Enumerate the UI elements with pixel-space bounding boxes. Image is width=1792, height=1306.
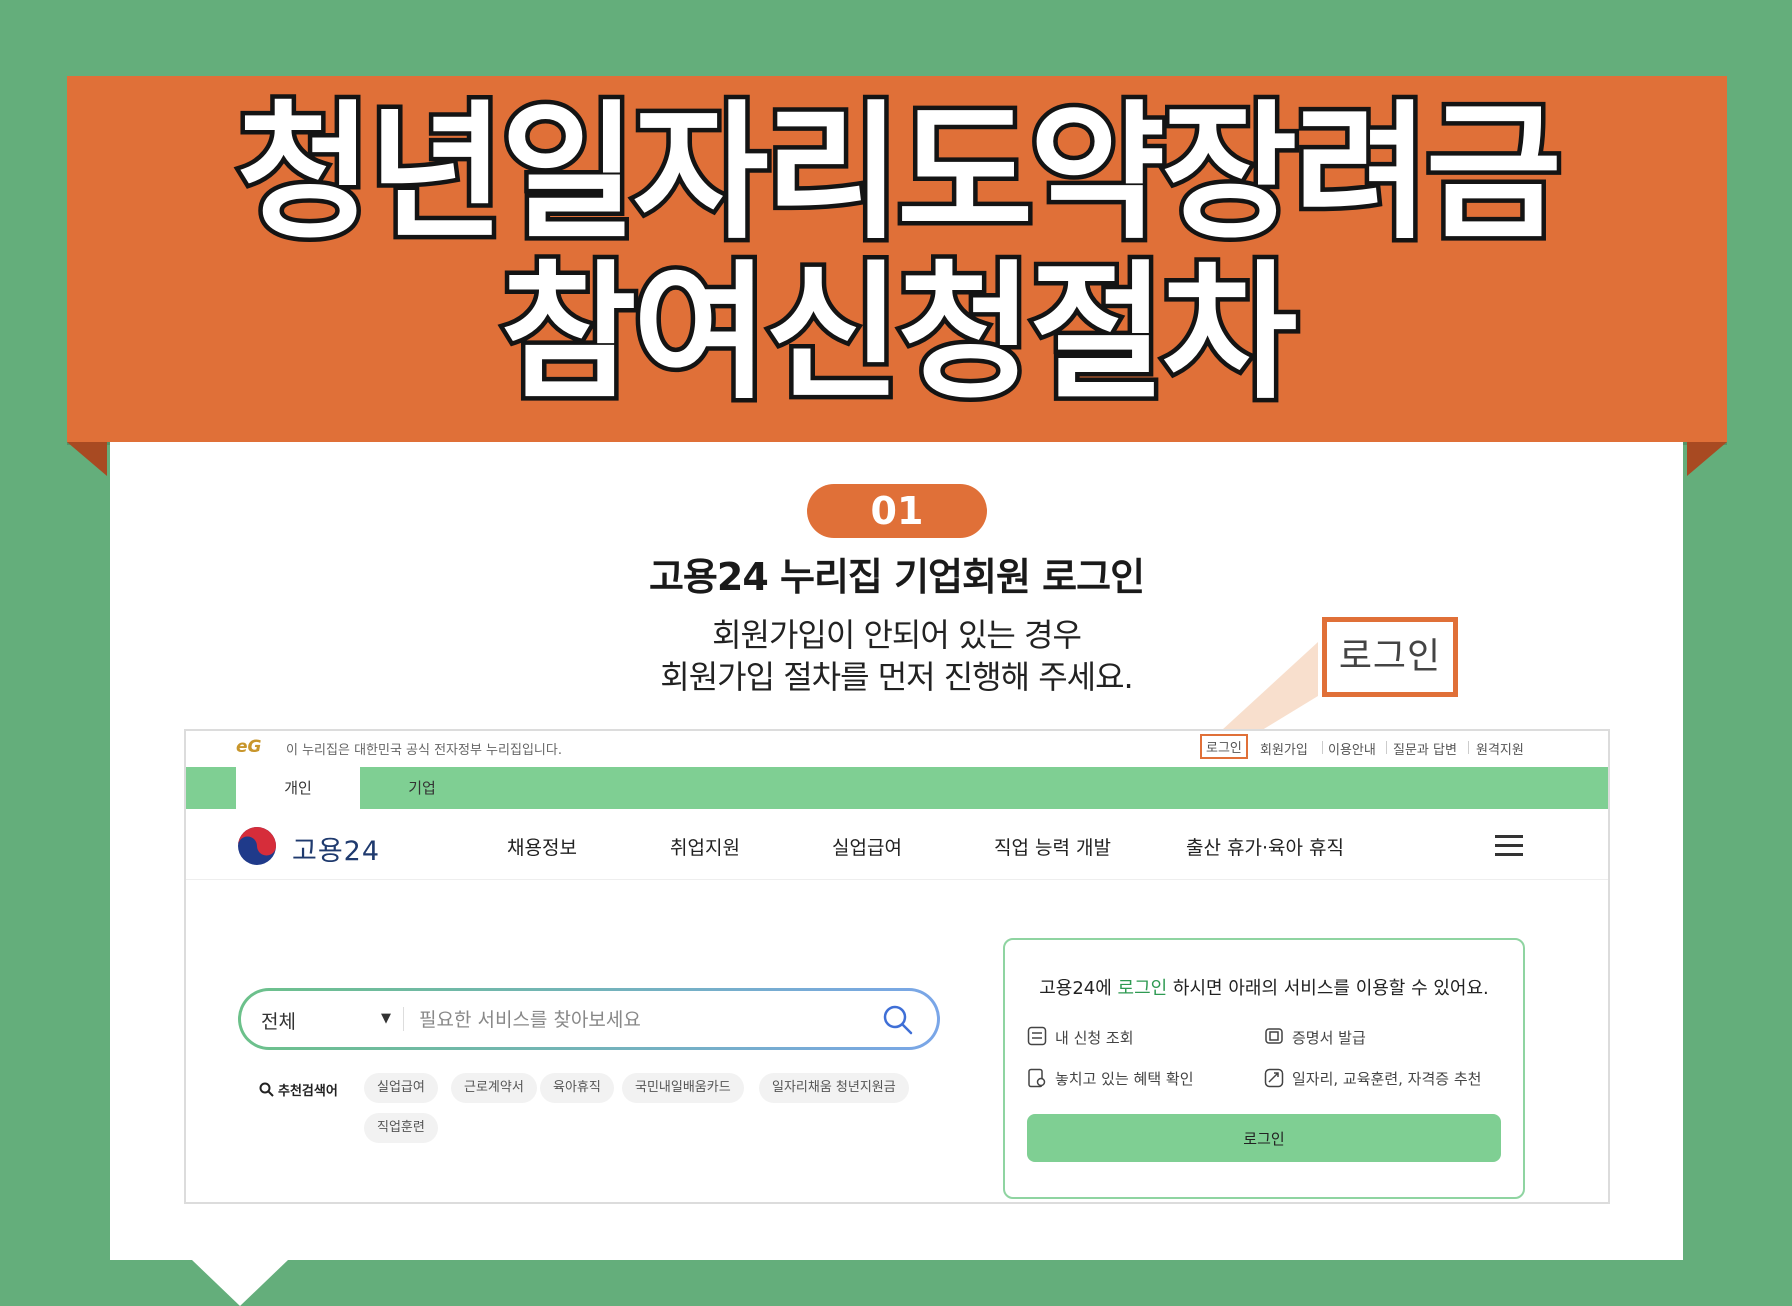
checklist-icon bbox=[1027, 1026, 1047, 1046]
search-divider bbox=[403, 1007, 404, 1031]
search-input[interactable] bbox=[417, 1001, 821, 1039]
nav-skill-development[interactable]: 직업 능력 개발 bbox=[994, 833, 1111, 860]
recommend-icon bbox=[1264, 1068, 1284, 1088]
nav-jobs[interactable]: 채용정보 bbox=[507, 833, 577, 860]
keyword-chip[interactable]: 일자리채움 청년지원금 bbox=[759, 1073, 909, 1103]
service-certificate: 증명서 발급 bbox=[1292, 1029, 1366, 1047]
tab-business[interactable]: 기업 bbox=[360, 767, 484, 809]
service-missed-benefits: 놓치고 있는 혜택 확인 bbox=[1055, 1070, 1194, 1088]
util-remote-link[interactable]: 원격지원 bbox=[1476, 739, 1524, 758]
recommended-label: 추천검색어 bbox=[278, 1084, 338, 1099]
login-button[interactable]: 로그인 bbox=[1027, 1114, 1501, 1162]
gov-notice-text: 이 누리집은 대한민국 공식 전자정부 누리집입니다. bbox=[286, 743, 562, 758]
service-my-applications: 내 신청 조회 bbox=[1055, 1029, 1134, 1047]
keyword-chip[interactable]: 근로계약서 bbox=[451, 1073, 537, 1103]
search-icon[interactable] bbox=[881, 1003, 915, 1037]
certificate-icon bbox=[1265, 1028, 1283, 1044]
taegeuk-emblem-icon[interactable] bbox=[236, 825, 278, 867]
login-msg-link[interactable]: 로그인 bbox=[1118, 978, 1168, 999]
login-msg-post: 하시면 아래의 서비스를 이용할 수 있어요. bbox=[1167, 978, 1489, 999]
banner-fold-left bbox=[67, 442, 107, 476]
goyong24-logo-text[interactable]: 고용24 bbox=[292, 829, 380, 868]
util-signup-link[interactable]: 회원가입 bbox=[1260, 739, 1308, 758]
keyword-chip[interactable]: 육아휴직 bbox=[540, 1073, 614, 1103]
nav-parental-leave[interactable]: 출산 휴가·육아 휴직 bbox=[1186, 833, 1344, 860]
main-nav: 고용24 채용정보 취업지원 실업급여 직업 능력 개발 출산 휴가·육아 휴직 bbox=[186, 809, 1608, 880]
search-bar: 전체 ▼ bbox=[238, 988, 940, 1050]
util-guide-link[interactable]: 이용안내 bbox=[1328, 739, 1376, 758]
hamburger-menu-icon[interactable] bbox=[1495, 835, 1523, 857]
util-qna-link[interactable]: 질문과 답변 bbox=[1393, 739, 1457, 758]
member-type-tabbar: 개인 기업 bbox=[186, 767, 1608, 809]
speech-tail bbox=[192, 1260, 288, 1306]
login-msg-pre: 고용24에 bbox=[1039, 978, 1118, 999]
nav-employment-support[interactable]: 취업지원 bbox=[670, 833, 740, 860]
zoom-login-callout: 로그인 bbox=[1322, 617, 1458, 697]
banner-title-line2: 참여신청절차 bbox=[496, 244, 1302, 423]
service-recommendation: 일자리, 교육훈련, 자격증 추천 bbox=[1292, 1070, 1482, 1088]
banner-fold-right bbox=[1687, 442, 1727, 476]
keyword-chip[interactable]: 직업훈련 bbox=[364, 1113, 438, 1143]
nav-unemployment-benefit[interactable]: 실업급여 bbox=[832, 833, 902, 860]
step-heading: 고용24 누리집 기업회원 로그인 bbox=[648, 555, 1145, 599]
caret-down-icon[interactable]: ▼ bbox=[381, 1011, 391, 1026]
document-search-icon bbox=[1028, 1068, 1046, 1088]
login-panel: 고용24에 로그인 하시면 아래의 서비스를 이용할 수 있어요. 내 신청 조… bbox=[1003, 938, 1525, 1199]
magnifier-icon bbox=[259, 1082, 274, 1097]
util-separator bbox=[1468, 741, 1469, 754]
util-separator bbox=[1322, 741, 1323, 754]
keyword-chip[interactable]: 실업급여 bbox=[364, 1073, 438, 1103]
tab-individual[interactable]: 개인 bbox=[236, 767, 360, 809]
keyword-chip[interactable]: 국민내일배움카드 bbox=[622, 1073, 744, 1103]
gov-notice-bar: eG 이 누리집은 대한민국 공식 전자정부 누리집입니다. 로그인 회원가입 … bbox=[186, 731, 1608, 765]
site-screenshot: eG 이 누리집은 대한민국 공식 전자정부 누리집입니다. 로그인 회원가입 … bbox=[184, 729, 1610, 1204]
banner-title-line1: 청년일자리도약장려금 bbox=[232, 84, 1567, 263]
search-category-select[interactable]: 전체 bbox=[261, 1007, 296, 1034]
login-panel-message: 고용24에 로그인 하시면 아래의 서비스를 이용할 수 있어요. bbox=[1005, 974, 1523, 1000]
util-separator bbox=[1386, 741, 1387, 754]
egov-logo: eG bbox=[236, 737, 262, 757]
step-number-badge: 01 bbox=[807, 484, 987, 538]
util-login-link[interactable]: 로그인 bbox=[1200, 734, 1248, 759]
